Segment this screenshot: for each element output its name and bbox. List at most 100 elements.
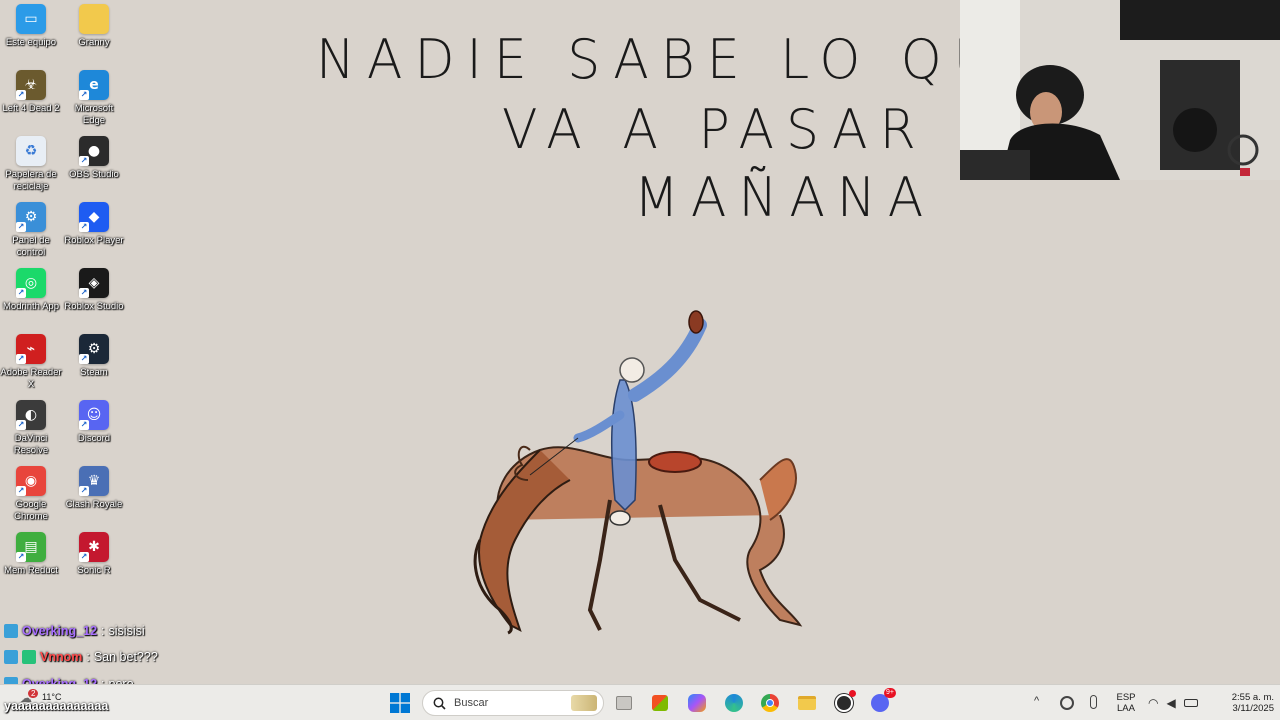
taskbar: ☁ 2 11°C Buscar 9+ ^ ESP LAA ◠ ◀ 2:55 a.…: [0, 684, 1280, 720]
folder-icon: [79, 4, 109, 34]
obs-icon: ● ↗: [79, 136, 109, 166]
shortcut-arrow-icon: ↗: [16, 354, 26, 364]
chat-badge-icon: [4, 624, 18, 638]
windows-logo-icon: [390, 693, 410, 713]
desktop-shortcut[interactable]: ⚙ ↗ Steam: [63, 334, 125, 379]
desktop-shortcut-label: Sonic R: [77, 565, 111, 576]
pdf-icon: ⌁ ↗: [16, 334, 46, 364]
wallpaper-text-line-2: VA A PASAR: [502, 98, 928, 162]
chat-separator: :: [86, 650, 90, 664]
chat-badge-icon: [22, 650, 36, 664]
chat-text: yaaaaaaaaaaaaaa: [4, 699, 109, 713]
search-icon: [433, 697, 446, 710]
desktop-shortcut[interactable]: ◆ ↗ Roblox Player: [63, 202, 125, 247]
clock-time: 2:55 a. m.: [1231, 692, 1274, 703]
control-panel-icon: ⚙ ↗: [16, 202, 46, 232]
taskbar-search-box[interactable]: Buscar: [422, 690, 604, 716]
chat-username: Vnnom: [40, 650, 83, 664]
wallpaper-text-line-1: NADIE SABE LO QUE: [316, 28, 1049, 92]
chat-text: San bet???: [93, 650, 158, 664]
desktop-shortcut-label: Roblox Player: [64, 235, 124, 246]
desktop-shortcut[interactable]: ☺ ↗ Discord: [63, 400, 125, 445]
task-view-icon: [616, 696, 632, 710]
desktop-shortcut[interactable]: ◎ ↗ Modrinth App: [0, 268, 62, 313]
desktop-shortcut[interactable]: ▭ Este equipo: [0, 4, 62, 49]
desktop-shortcut[interactable]: ◐ ↗ DaVinci Resolve: [0, 400, 62, 457]
shortcut-arrow-icon: ↗: [79, 156, 89, 166]
chat-text: sisisisi: [108, 624, 145, 638]
desktop-shortcut[interactable]: ◉ ↗ Google Chrome: [0, 466, 62, 523]
tray-sync-icon[interactable]: [1060, 696, 1074, 710]
game-icon: ☣ ↗: [16, 70, 46, 100]
desktop-shortcut[interactable]: ⚙ ↗ Panel de control: [0, 202, 62, 259]
shortcut-arrow-icon: ↗: [79, 288, 89, 298]
recycle-bin-icon: ♻: [16, 136, 46, 166]
task-view-button[interactable]: [612, 691, 636, 715]
desktop-shortcut-label: DaVinci Resolve: [13, 433, 49, 456]
desktop-shortcut[interactable]: ● ↗ OBS Studio: [63, 136, 125, 181]
store-bag-icon: [652, 695, 668, 711]
chat-badge-icon: [4, 650, 18, 664]
chrome-taskbar-button[interactable]: [758, 691, 782, 715]
desktop-shortcut-label: Panel de control: [12, 235, 50, 258]
shortcut-arrow-icon: ↗: [16, 486, 26, 496]
keyboard-layout: LAA: [1117, 703, 1135, 714]
copilot-icon: [688, 694, 706, 712]
desktop-shortcut[interactable]: ☣ ↗ Left 4 Dead 2: [0, 70, 62, 115]
chat-message: Overking_12 : sisisisi: [4, 624, 145, 638]
desktop-shortcut-label: Papelera de reciclaje: [5, 169, 57, 192]
desktop-shortcut[interactable]: ✱ ↗ Sonic R: [63, 532, 125, 577]
desktop-shortcut[interactable]: e ↗ Microsoft Edge: [63, 70, 125, 127]
start-button[interactable]: [388, 691, 412, 715]
clash-royale-icon: ♛ ↗: [79, 466, 109, 496]
chat-message: Vnnom : San bet???: [4, 650, 158, 664]
desktop-shortcut[interactable]: ♛ ↗ Clash Royale: [63, 466, 125, 511]
wifi-icon: ◠: [1148, 696, 1159, 710]
desktop-shortcut-label: Clash Royale: [65, 499, 123, 510]
chat-separator: :: [101, 624, 105, 638]
desktop-shortcut-label: Adobe Reader X: [0, 367, 62, 390]
input-language-indicator[interactable]: ESP LAA: [1112, 692, 1140, 714]
desktop-shortcut[interactable]: Granny: [63, 4, 125, 49]
battery-icon: [1183, 699, 1198, 707]
edge-taskbar-button[interactable]: [722, 691, 746, 715]
desktop-shortcut-label: Modrinth App: [3, 301, 59, 312]
webcam-overlay: [960, 0, 1280, 180]
obs-taskbar-button[interactable]: [832, 690, 856, 715]
shortcut-arrow-icon: ↗: [16, 552, 26, 562]
chrome-icon: ◉ ↗: [16, 466, 46, 496]
microphone-icon[interactable]: [1090, 695, 1097, 709]
shortcut-arrow-icon: ↗: [79, 354, 89, 364]
webcam-feed-image: [960, 0, 1280, 180]
desktop-shortcut[interactable]: ◈ ↗ Roblox Studio: [63, 268, 125, 313]
recording-indicator-icon: [849, 690, 856, 697]
clock-date: 3/11/2025: [1232, 703, 1274, 714]
microsoft-store-button[interactable]: [648, 691, 672, 715]
horse-rider-illustration: [473, 310, 803, 635]
chat-message-continuation: yaaaaaaaaaaaaaa: [4, 699, 108, 713]
shortcut-arrow-icon: ↗: [16, 420, 26, 430]
desktop-shortcut-label: Discord: [77, 433, 111, 444]
clock[interactable]: 2:55 a. m. 3/11/2025: [1212, 692, 1274, 714]
mem-reduct-icon: ▤ ↗: [16, 532, 46, 562]
desktop-shortcut-label: Este equipo: [5, 37, 57, 48]
show-hidden-icons-button[interactable]: ^: [1034, 695, 1039, 707]
desktop-shortcut[interactable]: ▤ ↗ Mem Reduct: [0, 532, 62, 577]
quick-settings-button[interactable]: ◠ ◀: [1148, 694, 1208, 712]
copilot-button[interactable]: [685, 691, 709, 715]
desktop-shortcut-label: Roblox Studio: [64, 301, 124, 312]
edge-icon: e ↗: [79, 70, 109, 100]
chat-username: Overking_12: [22, 624, 98, 638]
shortcut-arrow-icon: ↗: [79, 420, 89, 430]
search-placeholder: Buscar: [454, 697, 489, 709]
desktop-shortcut-label: Microsoft Edge: [74, 103, 114, 126]
file-explorer-button[interactable]: [795, 691, 819, 715]
desktop-shortcut-label: Granny: [78, 37, 110, 48]
discord-taskbar-button[interactable]: 9+: [868, 688, 896, 715]
desktop-shortcut-label: Mem Reduct: [4, 565, 58, 576]
folder-icon: [798, 696, 816, 710]
desktop-shortcut[interactable]: ⌁ ↗ Adobe Reader X: [0, 334, 62, 391]
desktop-shortcut[interactable]: ♻ Papelera de reciclaje: [0, 136, 62, 193]
desktop-shortcut-label: Left 4 Dead 2: [2, 103, 60, 114]
modrinth-icon: ◎ ↗: [16, 268, 46, 298]
